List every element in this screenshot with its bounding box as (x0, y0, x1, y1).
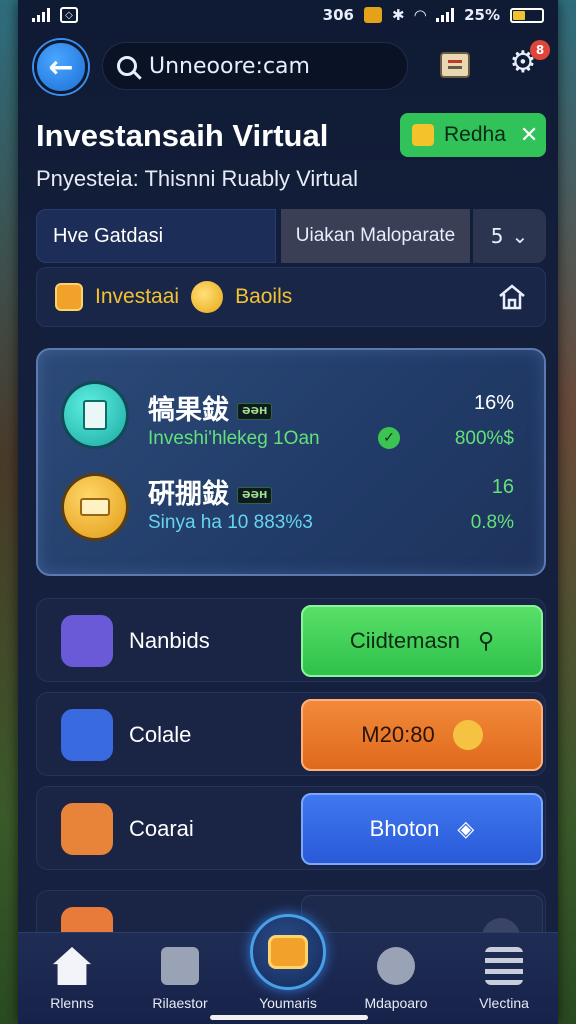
message-icon[interactable] (440, 52, 470, 78)
app-screen: ◇ 306 ✱ ◠ 25% ← Unneoore:cam ⚙ 8 Investa… (18, 0, 558, 1024)
feature-label: Coarai (129, 816, 194, 841)
feature-row: Coarai Bhoton ◈ (36, 786, 546, 870)
tab-primary[interactable]: Hve Gatdasi (36, 209, 276, 263)
feature-label: Nanbids (129, 628, 210, 653)
coin-icon (191, 281, 224, 313)
mail-icon (363, 7, 382, 23)
wifi-icon: ◠ (414, 6, 427, 24)
nav-label: Rilaestor (152, 995, 208, 1011)
center-wallet-button[interactable] (250, 914, 326, 990)
ticket-icon (64, 476, 126, 538)
invest-icon (55, 283, 83, 311)
home-icon (53, 947, 91, 985)
stat-badge: ƏƏH (237, 487, 273, 504)
gear-icon (377, 947, 415, 985)
stat-subtitle: Inveshi'hlekeg 1Oan (148, 428, 320, 449)
feature-row: Colale M20:80 (36, 692, 546, 776)
nav-item-home[interactable]: Rlenns (18, 933, 126, 1024)
music-icon (61, 709, 113, 761)
feature-button-label: M20:80 (361, 722, 435, 747)
feature-label: Colale (129, 722, 192, 747)
search-icon (117, 56, 137, 76)
stat-value: 0.8% (470, 512, 514, 533)
stat-subtitle: Sinya ha 10 883%3 (148, 512, 313, 533)
bluetooth-icon: ✱ (391, 6, 405, 24)
stat-badge: ƏƏH (237, 403, 273, 420)
feature-button-label: Ciidtemasn (349, 628, 460, 653)
back-arrow-icon: ← (48, 49, 74, 85)
close-icon[interactable]: ✕ (520, 122, 538, 148)
cell-signal-icon (436, 8, 455, 22)
document-icon (61, 803, 113, 855)
tools-icon (61, 615, 113, 667)
menu-icon (485, 947, 523, 985)
wallet-icon (268, 935, 308, 969)
stat-title: 犒果鈸 ƏƏH (148, 388, 273, 427)
notification-badge: 8 (530, 40, 550, 60)
signal-icon (32, 8, 50, 22)
count-dropdown[interactable]: 5 ⌄ (473, 209, 546, 263)
feature-row: Nanbids Ciidtemasn ⚲ (36, 598, 546, 682)
stat-percent: 16 (491, 476, 514, 498)
stat-value: 800%$ (454, 428, 514, 449)
nav-label: Rlenns (50, 995, 94, 1011)
nav-label: Vlectina (479, 995, 529, 1011)
tab-secondary[interactable]: Uiakan Maloparate (281, 209, 470, 263)
feature-button[interactable]: Ciidtemasn ⚲ (301, 605, 543, 677)
search-field[interactable]: Unneoore:cam (102, 42, 408, 90)
nav-label: Youmaris (259, 995, 317, 1011)
stat-percent: 16% (473, 392, 514, 414)
redeem-button[interactable]: Redha ✕ (400, 113, 546, 157)
redeem-label: Redha (444, 123, 506, 146)
back-button[interactable]: ← (34, 40, 88, 94)
smiley-icon (452, 720, 483, 750)
nav-label: Mdapoaro (364, 995, 428, 1011)
home-outline-icon[interactable] (497, 282, 527, 312)
chevron-down-icon: ⌄ (511, 224, 529, 248)
check-icon: ✓ (378, 427, 400, 449)
nav-item-settings[interactable]: Mdapoaro (342, 933, 450, 1024)
background-right (558, 0, 576, 1024)
battery-icon (510, 7, 544, 23)
nav-item-menu[interactable]: Vlectina (450, 933, 558, 1024)
feature-button[interactable]: M20:80 (301, 699, 543, 771)
invest-bar[interactable]: Investaai Baoils (36, 267, 546, 327)
wrench-icon: ⚲ (477, 628, 495, 653)
trophy-icon (412, 124, 434, 146)
feature-button-label: Bhoton (369, 816, 440, 841)
status-bar: ◇ 306 ✱ ◠ 25% (18, 0, 558, 30)
stats-card: 犒果鈸 ƏƏH Inveshi'hlekeg 1Oan ✓ 16% 800%$ 硏… (36, 348, 546, 576)
home-indicator[interactable] (210, 1015, 368, 1020)
count-value: 5 (490, 224, 504, 248)
battery-percent: 25% (464, 6, 500, 24)
document-icon (64, 384, 126, 446)
bonus-label: Baoils (235, 285, 293, 308)
background-left (0, 0, 18, 1024)
stat-title: 硏掤鈸 ƏƏH (148, 472, 273, 511)
calendar-icon (161, 947, 199, 985)
nav-item-register[interactable]: Rilaestor (126, 933, 234, 1024)
status-time: 306 (322, 6, 354, 24)
page-title: Investansaih Virtual (36, 118, 329, 153)
shield-icon: ◈ (457, 816, 475, 841)
invest-label: Investaai (95, 285, 180, 308)
nfc-icon: ◇ (60, 7, 78, 23)
search-input[interactable]: Unneoore:cam (149, 54, 310, 79)
page-subtitle: Pnyesteia: Thisnni Ruably Virtual (36, 166, 359, 191)
feature-button[interactable]: Bhoton ◈ (301, 793, 543, 865)
